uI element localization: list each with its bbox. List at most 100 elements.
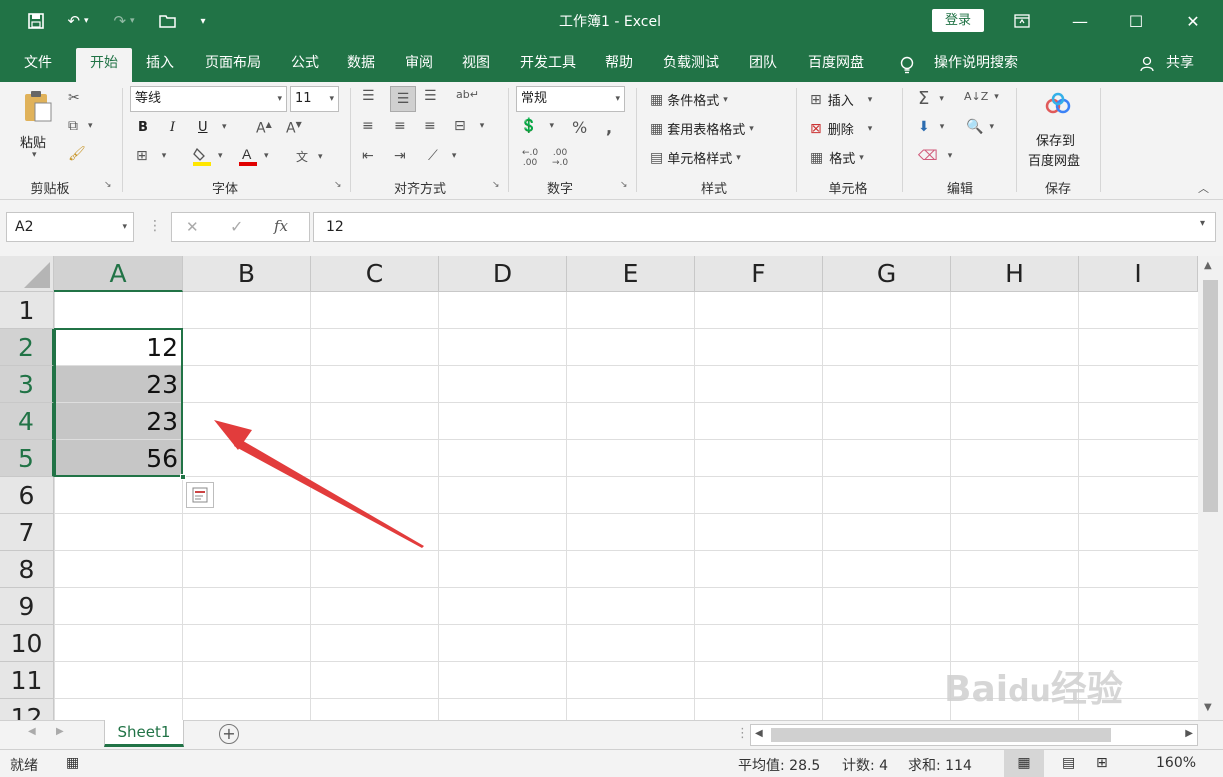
- tab-load-test[interactable]: 负载测试: [655, 48, 727, 82]
- borders-icon[interactable]: ⊞ ▾: [136, 148, 166, 164]
- close-icon[interactable]: ✕: [1165, 0, 1221, 42]
- bold-button[interactable]: B: [138, 120, 148, 135]
- scroll-left-icon[interactable]: ◀: [755, 728, 763, 739]
- wrap-text-icon[interactable]: ab↵: [456, 88, 479, 101]
- row-header-3[interactable]: 3: [0, 366, 54, 403]
- tab-help[interactable]: 帮助: [598, 48, 640, 82]
- share-button[interactable]: 共享: [1160, 48, 1200, 82]
- accounting-format-icon[interactable]: 💲 ▾: [520, 118, 554, 134]
- number-launcher-icon[interactable]: ↘: [620, 180, 628, 190]
- tab-view[interactable]: 视图: [455, 48, 497, 82]
- underline-dropdown-icon[interactable]: ▾: [222, 122, 227, 132]
- row-header-5[interactable]: 5: [0, 440, 54, 477]
- vertical-scrollbar[interactable]: ▲ ▼: [1198, 256, 1223, 720]
- normal-view-icon[interactable]: ▦: [1004, 750, 1044, 777]
- maximize-icon[interactable]: ☐: [1108, 0, 1164, 42]
- tab-file[interactable]: 文件: [18, 48, 58, 82]
- alignment-launcher-icon[interactable]: ↘: [492, 180, 500, 190]
- collapse-ribbon-icon[interactable]: ︿: [1198, 180, 1209, 196]
- format-as-table-button[interactable]: ▦ 套用表格格式 ▾: [650, 119, 754, 139]
- font-name-select[interactable]: 等线 ▾: [130, 86, 287, 112]
- column-header-b[interactable]: B: [183, 256, 311, 292]
- macro-record-icon[interactable]: ▦: [66, 755, 79, 771]
- scroll-right-icon[interactable]: ▶: [1185, 728, 1193, 739]
- tab-team[interactable]: 团队: [742, 48, 784, 82]
- comma-style-icon[interactable]: ,: [606, 118, 612, 137]
- tab-split-grip-icon[interactable]: ⋮: [736, 726, 749, 741]
- redo-icon[interactable]: ↷ ▾: [104, 0, 144, 42]
- lightbulb-icon[interactable]: [896, 48, 918, 82]
- italic-button[interactable]: I: [170, 120, 175, 135]
- cut-icon[interactable]: ✂: [68, 90, 80, 106]
- clipboard-launcher-icon[interactable]: ↘: [104, 180, 112, 190]
- tab-baidu-netdisk[interactable]: 百度网盘: [800, 48, 872, 82]
- decrease-decimal-icon[interactable]: .00 →.0: [552, 148, 568, 168]
- paste-button[interactable]: 粘贴: [20, 132, 46, 151]
- align-middle-icon[interactable]: ☰: [390, 86, 416, 112]
- save-to-baidu-line1[interactable]: 保存到: [1036, 130, 1075, 149]
- tab-review[interactable]: 审阅: [398, 48, 440, 82]
- expand-formula-bar-icon[interactable]: ▾: [1200, 218, 1205, 229]
- underline-button[interactable]: U: [198, 120, 208, 135]
- enter-check-icon[interactable]: ✓: [230, 217, 243, 236]
- tab-page-layout[interactable]: 页面布局: [198, 48, 268, 82]
- row-header-2[interactable]: 2: [0, 329, 54, 366]
- align-left-icon[interactable]: ≡: [362, 118, 374, 134]
- scroll-down-icon[interactable]: ▼: [1204, 702, 1212, 713]
- zoom-level[interactable]: 160%: [1156, 755, 1196, 771]
- increase-decimal-icon[interactable]: ←.0.00: [522, 148, 538, 168]
- column-header-d[interactable]: D: [439, 256, 567, 292]
- vertical-scroll-thumb[interactable]: [1203, 280, 1218, 512]
- column-header-e[interactable]: E: [567, 256, 695, 292]
- decrease-font-size-icon[interactable]: A▼: [286, 120, 302, 137]
- number-format-select[interactable]: 常规 ▾: [516, 86, 625, 112]
- row-header-8[interactable]: 8: [0, 551, 54, 588]
- page-break-view-icon[interactable]: ⊞: [1096, 755, 1108, 771]
- horizontal-scrollbar[interactable]: ◀ ▶: [750, 724, 1198, 746]
- prev-sheet-icon[interactable]: ◀: [28, 726, 36, 737]
- column-header-a[interactable]: A: [54, 256, 183, 292]
- column-header-i[interactable]: I: [1079, 256, 1198, 292]
- share-user-icon[interactable]: [1138, 48, 1156, 82]
- align-bottom-icon[interactable]: ☰: [424, 88, 437, 104]
- column-header-f[interactable]: F: [695, 256, 823, 292]
- formula-input[interactable]: 12: [313, 212, 1216, 242]
- row-header-7[interactable]: 7: [0, 514, 54, 551]
- row-header-9[interactable]: 9: [0, 588, 54, 625]
- orientation-icon[interactable]: ⟋ ▾: [428, 148, 456, 164]
- fill-color-icon[interactable]: ▾: [192, 146, 223, 166]
- cancel-icon[interactable]: ✕: [186, 218, 199, 236]
- phonetic-guide-icon[interactable]: 文 ▾: [296, 148, 323, 165]
- next-sheet-icon[interactable]: ▶: [56, 726, 64, 737]
- save-icon[interactable]: [22, 0, 50, 42]
- column-header-h[interactable]: H: [951, 256, 1079, 292]
- clear-eraser-icon[interactable]: ⌫ ▾: [918, 148, 952, 164]
- font-launcher-icon[interactable]: ↘: [334, 180, 342, 190]
- page-layout-view-icon[interactable]: ▤: [1062, 755, 1075, 771]
- row-header-10[interactable]: 10: [0, 625, 54, 662]
- baidu-netdisk-icon[interactable]: [1044, 92, 1072, 116]
- increase-font-size-icon[interactable]: A▲: [256, 120, 272, 137]
- font-color-icon[interactable]: A ▾: [238, 146, 269, 166]
- login-button[interactable]: 登录: [932, 9, 984, 32]
- conditional-formatting-button[interactable]: ▦ 条件格式 ▾: [650, 90, 728, 110]
- align-center-icon[interactable]: ≡: [394, 118, 406, 134]
- decrease-indent-icon[interactable]: ⇤: [362, 148, 374, 164]
- autosum-icon[interactable]: Σ ▾: [918, 88, 944, 109]
- add-sheet-icon[interactable]: +: [219, 724, 239, 744]
- row-header-12[interactable]: 12: [0, 699, 54, 720]
- tell-me-search[interactable]: 操作说明搜索: [926, 48, 1026, 82]
- tab-home[interactable]: 开始: [76, 48, 132, 82]
- copy-icon[interactable]: ⧉ ▾: [68, 118, 93, 134]
- delete-cells-button[interactable]: ⊠ 删除 ▾: [810, 119, 872, 139]
- undo-icon[interactable]: ↶ ▾: [58, 0, 98, 42]
- name-box[interactable]: A2 ▾: [6, 212, 134, 242]
- fill-down-icon[interactable]: ⬇ ▾: [918, 119, 944, 135]
- paste-dropdown-icon[interactable]: ▾: [32, 150, 37, 160]
- ribbon-display-options-icon[interactable]: [994, 0, 1050, 42]
- tab-data[interactable]: 数据: [340, 48, 382, 82]
- font-size-select[interactable]: 11 ▾: [290, 86, 339, 112]
- fill-handle[interactable]: [180, 474, 186, 480]
- tab-developer[interactable]: 开发工具: [512, 48, 584, 82]
- row-header-11[interactable]: 11: [0, 662, 54, 699]
